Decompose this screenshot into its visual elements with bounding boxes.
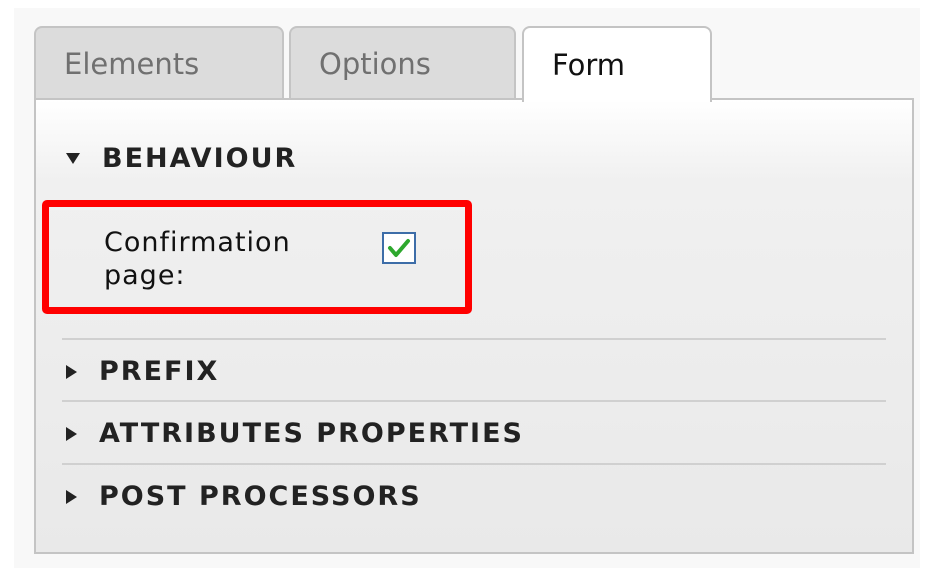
collapsed-arrow-icon	[66, 426, 77, 441]
section-divider	[62, 400, 886, 402]
section-divider	[62, 463, 886, 465]
section-title-behaviour: BEHAVIOUR	[102, 143, 298, 174]
section-divider	[62, 338, 886, 340]
tab-options-label: Options	[319, 47, 431, 81]
section-title-prefix: PREFIX	[99, 356, 220, 387]
section-header-prefix[interactable]: PREFIX	[66, 356, 219, 387]
tab-form[interactable]: Form	[522, 26, 712, 102]
tab-options[interactable]: Options	[289, 26, 516, 100]
section-header-behaviour[interactable]: BEHAVIOUR	[66, 143, 297, 174]
tab-form-label: Form	[552, 48, 626, 82]
collapsed-arrow-icon	[66, 364, 77, 379]
expanded-arrow-icon	[66, 153, 80, 164]
tab-elements-label: Elements	[64, 47, 200, 81]
highlight-box	[42, 200, 472, 314]
section-header-attributes-properties[interactable]: ATTRIBUTES PROPERTIES	[66, 418, 524, 449]
section-title-post-processors: POST PROCESSORS	[99, 481, 422, 512]
section-header-post-processors[interactable]: POST PROCESSORS	[66, 481, 422, 512]
tab-elements[interactable]: Elements	[34, 26, 284, 100]
collapsed-arrow-icon	[66, 489, 77, 504]
section-title-attributes-properties: ATTRIBUTES PROPERTIES	[99, 418, 524, 449]
